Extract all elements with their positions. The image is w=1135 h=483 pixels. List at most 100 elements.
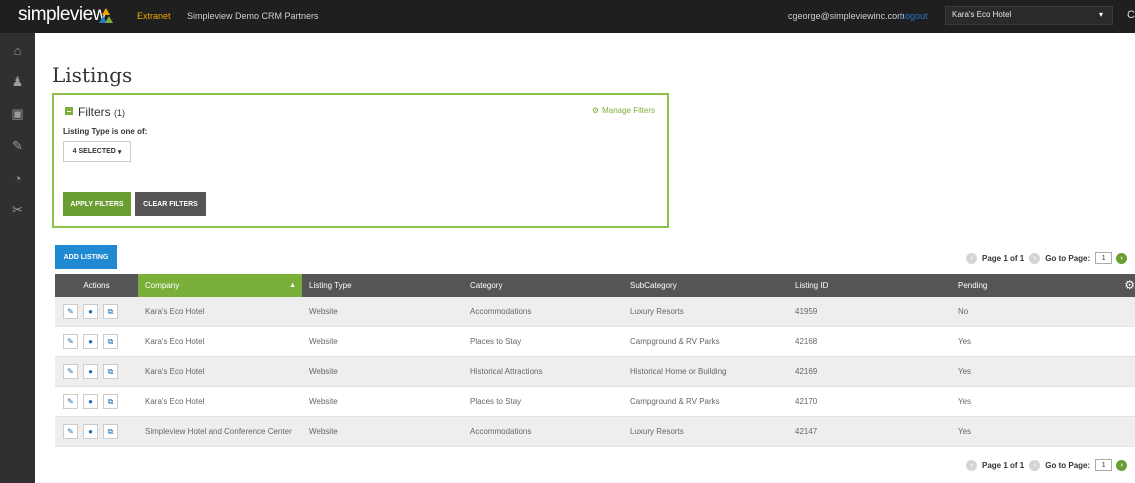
megaphone-icon[interactable]: ✎ bbox=[0, 131, 35, 161]
table-row: ✎ ● ⧉ Kara's Eco Hotel Website Places to… bbox=[55, 387, 1135, 417]
view-icon[interactable]: ● bbox=[83, 424, 98, 439]
col-company-label: Company bbox=[145, 281, 180, 290]
listing-type-dropdown[interactable]: 4 SELECTED ▾ bbox=[63, 141, 131, 162]
pie-chart-icon[interactable]: ◔ bbox=[0, 163, 35, 193]
cell-pending: Yes bbox=[958, 367, 972, 376]
listing-type-dropdown-label: 4 SELECTED bbox=[72, 148, 116, 155]
cell-listing-id: 42169 bbox=[795, 367, 818, 376]
goto-page-input[interactable]: 1 bbox=[1095, 252, 1113, 264]
col-listing-type[interactable]: Listing Type bbox=[302, 274, 463, 297]
apply-filters-button[interactable]: APPLY FILTERS bbox=[63, 192, 131, 216]
prev-page-icon[interactable]: ‹ bbox=[966, 459, 977, 471]
cell-pending: Yes bbox=[958, 427, 972, 436]
chevron-down-icon: ▾ bbox=[117, 148, 122, 156]
cell-listing-id: 42170 bbox=[795, 397, 818, 406]
nav-extranet[interactable]: Extranet bbox=[137, 11, 171, 21]
chevron-down-icon: ▾ bbox=[1098, 10, 1103, 19]
cell-listing-type: Website bbox=[309, 337, 338, 346]
manage-filters-label: Manage Filters bbox=[602, 106, 655, 115]
filters-title: Filters bbox=[78, 105, 111, 119]
prev-page-icon[interactable]: ‹ bbox=[966, 252, 977, 264]
goto-page-input[interactable]: 1 bbox=[1095, 459, 1113, 471]
next-page-icon[interactable]: › bbox=[1116, 252, 1128, 264]
add-listing-button[interactable]: ADD LISTING bbox=[55, 245, 117, 269]
cell-subcategory: Campground & RV Parks bbox=[630, 337, 720, 346]
view-icon[interactable]: ● bbox=[83, 304, 98, 319]
copy-icon[interactable]: ⧉ bbox=[103, 364, 118, 379]
cell-listing-id: 42147 bbox=[795, 427, 818, 436]
pager-bottom: ‹ Page 1 of 1 ‹ Go to Page: 1 › bbox=[966, 458, 1128, 472]
logout-link[interactable]: Logout bbox=[900, 11, 928, 21]
cell-listing-type: Website bbox=[309, 307, 338, 316]
cell-listing-id: 41959 bbox=[795, 307, 818, 316]
page-indicator: Page 1 of 1 bbox=[982, 253, 1025, 263]
edit-icon[interactable]: ✎ bbox=[63, 424, 78, 439]
clear-filters-button[interactable]: CLEAR FILTERS bbox=[135, 192, 206, 216]
cell-company: Kara's Eco Hotel bbox=[145, 307, 205, 316]
view-icon[interactable]: ● bbox=[83, 394, 98, 409]
cell-subcategory: Luxury Resorts bbox=[630, 427, 684, 436]
col-category[interactable]: Category bbox=[463, 274, 623, 297]
col-listing-id[interactable]: Listing ID bbox=[788, 274, 951, 297]
hotel-select-value: Kara's Eco Hotel bbox=[952, 10, 1012, 19]
goto-page-label: Go to Page: bbox=[1045, 253, 1091, 263]
table-row: ✎ ● ⧉ Kara's Eco Hotel Website Historica… bbox=[55, 357, 1135, 387]
cell-listing-type: Website bbox=[309, 367, 338, 376]
pager-top: ‹ Page 1 of 1 ‹ Go to Page: 1 › bbox=[966, 251, 1128, 265]
edit-icon[interactable]: ✎ bbox=[63, 364, 78, 379]
prev-page-alt-icon[interactable]: ‹ bbox=[1029, 252, 1041, 264]
page-indicator: Page 1 of 1 bbox=[982, 460, 1025, 470]
wrench-icon[interactable]: ✂ bbox=[0, 195, 35, 225]
gear-icon[interactable]: ⚙ bbox=[1124, 278, 1135, 292]
edit-icon[interactable]: ✎ bbox=[63, 394, 78, 409]
copy-icon[interactable]: ⧉ bbox=[103, 334, 118, 349]
cell-subcategory: Luxury Resorts bbox=[630, 307, 684, 316]
cell-category: Places to Stay bbox=[470, 337, 522, 346]
prev-page-alt-icon[interactable]: ‹ bbox=[1029, 459, 1041, 471]
collapse-icon[interactable] bbox=[65, 107, 73, 115]
table-row: ✎ ● ⧉ Kara's Eco Hotel Website Places to… bbox=[55, 327, 1135, 357]
cell-subcategory: Historical Home or Building bbox=[630, 367, 727, 376]
table-header: Actions Company ▲ Listing Type Category … bbox=[55, 274, 1135, 297]
filters-count: (1) bbox=[114, 108, 126, 118]
cell-pending: Yes bbox=[958, 337, 972, 346]
page-title: Listings bbox=[52, 63, 133, 87]
edit-icon[interactable]: ✎ bbox=[63, 334, 78, 349]
table-row: ✎ ● ⧉ Simpleview Hotel and Conference Ce… bbox=[55, 417, 1135, 447]
chart-icon[interactable]: ▣ bbox=[0, 99, 35, 129]
table-row: ✎ ● ⧉ Kara's Eco Hotel Website Accommoda… bbox=[55, 297, 1135, 327]
user-email: cgeorge@simpleviewinc.com bbox=[788, 11, 905, 21]
filters-header[interactable]: Filters (1) bbox=[65, 105, 125, 119]
manage-filters-link[interactable]: ⚙ Manage Filters bbox=[592, 106, 655, 115]
simpleview-logo[interactable]: simpleview bbox=[18, 4, 106, 26]
goto-page-label: Go to Page: bbox=[1045, 460, 1091, 470]
cell-listing-type: Website bbox=[309, 397, 338, 406]
copy-icon[interactable]: ⧉ bbox=[103, 304, 118, 319]
hotel-select[interactable]: Kara's Eco Hotel ▾ bbox=[945, 6, 1113, 25]
user-icon[interactable]: ♟ bbox=[0, 67, 35, 97]
view-icon[interactable]: ● bbox=[83, 364, 98, 379]
filters-panel: Filters (1) ⚙ Manage Filters Listing Type… bbox=[52, 93, 669, 228]
col-company[interactable]: Company ▲ bbox=[138, 274, 302, 297]
cell-category: Accommodations bbox=[470, 307, 532, 316]
nav-partners[interactable]: Simpleview Demo CRM Partners bbox=[187, 11, 319, 21]
col-subcategory[interactable]: SubCategory bbox=[623, 274, 788, 297]
gear-icon: ⚙ bbox=[591, 106, 600, 115]
col-pending[interactable]: Pending bbox=[951, 274, 1121, 297]
col-actions: Actions bbox=[83, 281, 110, 290]
logo-mark-icon bbox=[99, 8, 113, 23]
cell-pending: Yes bbox=[958, 397, 972, 406]
edit-icon[interactable]: ✎ bbox=[63, 304, 78, 319]
topbar-edge-glyph: C bbox=[1127, 9, 1135, 21]
next-page-icon[interactable]: › bbox=[1116, 459, 1128, 471]
copy-icon[interactable]: ⧉ bbox=[103, 394, 118, 409]
view-icon[interactable]: ● bbox=[83, 334, 98, 349]
cell-company: Kara's Eco Hotel bbox=[145, 367, 205, 376]
cell-category: Places to Stay bbox=[470, 397, 522, 406]
home-icon[interactable]: ⌂ bbox=[0, 35, 35, 65]
cell-listing-id: 42168 bbox=[795, 337, 818, 346]
copy-icon[interactable]: ⧉ bbox=[103, 424, 118, 439]
top-bar: simpleview Extranet Simpleview Demo CRM … bbox=[0, 0, 1135, 33]
cell-category: Accommodations bbox=[470, 427, 532, 436]
cell-pending: No bbox=[958, 307, 969, 316]
